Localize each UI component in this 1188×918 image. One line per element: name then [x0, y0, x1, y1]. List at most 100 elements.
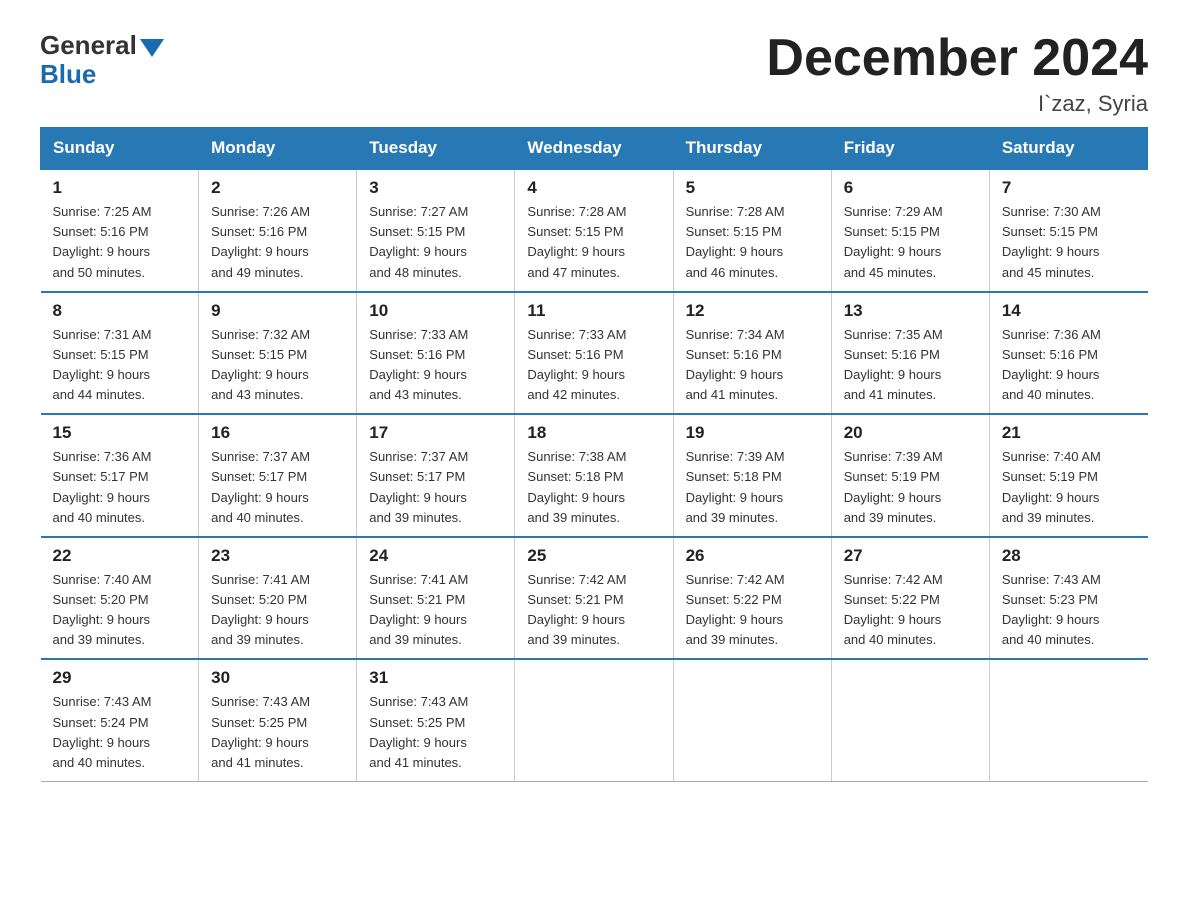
calendar-cell: 15 Sunrise: 7:36 AMSunset: 5:17 PMDayligh…: [41, 414, 199, 537]
calendar-week-row: 1Sunrise: 7:25 AMSunset: 5:16 PMDaylight…: [41, 169, 1148, 292]
day-number: 26: [686, 546, 819, 566]
calendar-cell: 26 Sunrise: 7:42 AMSunset: 5:22 PMDayligh…: [673, 537, 831, 660]
calendar-cell: [515, 659, 673, 781]
day-info: Sunrise: 7:30 AMSunset: 5:15 PMDaylight:…: [1002, 202, 1136, 283]
col-header-friday: Friday: [831, 128, 989, 170]
day-info: Sunrise: 7:35 AMSunset: 5:16 PMDaylight:…: [844, 325, 977, 406]
day-number: 9: [211, 301, 344, 321]
day-info: Sunrise: 7:36 AMSunset: 5:16 PMDaylight:…: [1002, 325, 1136, 406]
calendar-cell: 9 Sunrise: 7:32 AMSunset: 5:15 PMDaylight…: [199, 292, 357, 415]
calendar-cell: 16 Sunrise: 7:37 AMSunset: 5:17 PMDayligh…: [199, 414, 357, 537]
calendar-week-row: 15 Sunrise: 7:36 AMSunset: 5:17 PMDayligh…: [41, 414, 1148, 537]
col-header-saturday: Saturday: [989, 128, 1147, 170]
calendar-header-row: SundayMondayTuesdayWednesdayThursdayFrid…: [41, 128, 1148, 170]
calendar-cell: 30Sunrise: 7:43 AMSunset: 5:25 PMDayligh…: [199, 659, 357, 781]
day-info: Sunrise: 7:41 AMSunset: 5:21 PMDaylight:…: [369, 570, 502, 651]
day-info: Sunrise: 7:42 AMSunset: 5:22 PMDaylight:…: [686, 570, 819, 651]
col-header-thursday: Thursday: [673, 128, 831, 170]
title-area: December 2024 I`zaz, Syria: [766, 30, 1148, 117]
day-info: Sunrise: 7:40 AMSunset: 5:19 PMDaylight:…: [1002, 447, 1136, 528]
day-number: 17: [369, 423, 502, 443]
calendar-week-row: 29 Sunrise: 7:43 AMSunset: 5:24 PMDayligh…: [41, 659, 1148, 781]
day-info: Sunrise: 7:33 AMSunset: 5:16 PMDaylight:…: [527, 325, 660, 406]
logo-blue-text: Blue: [40, 61, 96, 87]
calendar-cell: [831, 659, 989, 781]
day-number: 22: [53, 546, 187, 566]
day-info: Sunrise: 7:43 AMSunset: 5:25 PMDaylight:…: [369, 692, 502, 773]
day-number: 23: [211, 546, 344, 566]
calendar-cell: 3Sunrise: 7:27 AMSunset: 5:15 PMDaylight…: [357, 169, 515, 292]
day-number: 29: [53, 668, 187, 688]
calendar-cell: 5 Sunrise: 7:28 AMSunset: 5:15 PMDaylight…: [673, 169, 831, 292]
day-info: Sunrise: 7:34 AMSunset: 5:16 PMDaylight:…: [686, 325, 819, 406]
calendar-cell: 31 Sunrise: 7:43 AMSunset: 5:25 PMDayligh…: [357, 659, 515, 781]
calendar-cell: 12 Sunrise: 7:34 AMSunset: 5:16 PMDayligh…: [673, 292, 831, 415]
day-number: 7: [1002, 178, 1136, 198]
calendar-cell: 22Sunrise: 7:40 AMSunset: 5:20 PMDayligh…: [41, 537, 199, 660]
calendar-cell: 23 Sunrise: 7:41 AMSunset: 5:20 PMDayligh…: [199, 537, 357, 660]
day-info: Sunrise: 7:25 AMSunset: 5:16 PMDaylight:…: [53, 202, 187, 283]
calendar-cell: 21 Sunrise: 7:40 AMSunset: 5:19 PMDayligh…: [989, 414, 1147, 537]
col-header-sunday: Sunday: [41, 128, 199, 170]
day-number: 14: [1002, 301, 1136, 321]
day-info: Sunrise: 7:32 AMSunset: 5:15 PMDaylight:…: [211, 325, 344, 406]
day-info: Sunrise: 7:36 AMSunset: 5:17 PMDaylight:…: [53, 447, 187, 528]
day-number: 24: [369, 546, 502, 566]
calendar-cell: 8Sunrise: 7:31 AMSunset: 5:15 PMDaylight…: [41, 292, 199, 415]
calendar-cell: 10Sunrise: 7:33 AMSunset: 5:16 PMDayligh…: [357, 292, 515, 415]
calendar-week-row: 22Sunrise: 7:40 AMSunset: 5:20 PMDayligh…: [41, 537, 1148, 660]
day-number: 3: [369, 178, 502, 198]
day-number: 11: [527, 301, 660, 321]
calendar-cell: 27Sunrise: 7:42 AMSunset: 5:22 PMDayligh…: [831, 537, 989, 660]
day-info: Sunrise: 7:33 AMSunset: 5:16 PMDaylight:…: [369, 325, 502, 406]
day-number: 21: [1002, 423, 1136, 443]
logo-arrow-icon: [140, 39, 164, 57]
calendar-cell: 11 Sunrise: 7:33 AMSunset: 5:16 PMDayligh…: [515, 292, 673, 415]
calendar-table: SundayMondayTuesdayWednesdayThursdayFrid…: [40, 127, 1148, 782]
day-number: 13: [844, 301, 977, 321]
day-info: Sunrise: 7:28 AMSunset: 5:15 PMDaylight:…: [527, 202, 660, 283]
day-info: Sunrise: 7:28 AMSunset: 5:15 PMDaylight:…: [686, 202, 819, 283]
day-number: 27: [844, 546, 977, 566]
calendar-cell: 25Sunrise: 7:42 AMSunset: 5:21 PMDayligh…: [515, 537, 673, 660]
day-number: 28: [1002, 546, 1136, 566]
calendar-cell: 13 Sunrise: 7:35 AMSunset: 5:16 PMDayligh…: [831, 292, 989, 415]
day-info: Sunrise: 7:39 AMSunset: 5:19 PMDaylight:…: [844, 447, 977, 528]
day-number: 5: [686, 178, 819, 198]
calendar-cell: 4 Sunrise: 7:28 AMSunset: 5:15 PMDaylight…: [515, 169, 673, 292]
day-number: 4: [527, 178, 660, 198]
day-info: Sunrise: 7:37 AMSunset: 5:17 PMDaylight:…: [369, 447, 502, 528]
day-info: Sunrise: 7:43 AMSunset: 5:23 PMDaylight:…: [1002, 570, 1136, 651]
day-number: 19: [686, 423, 819, 443]
day-number: 12: [686, 301, 819, 321]
calendar-cell: [989, 659, 1147, 781]
calendar-cell: 1Sunrise: 7:25 AMSunset: 5:16 PMDaylight…: [41, 169, 199, 292]
calendar-subtitle: I`zaz, Syria: [766, 91, 1148, 117]
calendar-cell: 20Sunrise: 7:39 AMSunset: 5:19 PMDayligh…: [831, 414, 989, 537]
day-info: Sunrise: 7:41 AMSunset: 5:20 PMDaylight:…: [211, 570, 344, 651]
day-number: 2: [211, 178, 344, 198]
calendar-cell: 18 Sunrise: 7:38 AMSunset: 5:18 PMDayligh…: [515, 414, 673, 537]
page-header: General Blue December 2024 I`zaz, Syria: [40, 30, 1148, 117]
calendar-title: December 2024: [766, 30, 1148, 87]
day-number: 16: [211, 423, 344, 443]
calendar-cell: [673, 659, 831, 781]
day-info: Sunrise: 7:26 AMSunset: 5:16 PMDaylight:…: [211, 202, 344, 283]
day-number: 31: [369, 668, 502, 688]
day-info: Sunrise: 7:37 AMSunset: 5:17 PMDaylight:…: [211, 447, 344, 528]
day-info: Sunrise: 7:38 AMSunset: 5:18 PMDaylight:…: [527, 447, 660, 528]
logo-general-text: General: [40, 30, 137, 61]
calendar-cell: 2 Sunrise: 7:26 AMSunset: 5:16 PMDaylight…: [199, 169, 357, 292]
day-info: Sunrise: 7:31 AMSunset: 5:15 PMDaylight:…: [53, 325, 187, 406]
day-info: Sunrise: 7:43 AMSunset: 5:25 PMDaylight:…: [211, 692, 344, 773]
col-header-monday: Monday: [199, 128, 357, 170]
calendar-cell: 29 Sunrise: 7:43 AMSunset: 5:24 PMDayligh…: [41, 659, 199, 781]
day-info: Sunrise: 7:39 AMSunset: 5:18 PMDaylight:…: [686, 447, 819, 528]
day-number: 15: [53, 423, 187, 443]
calendar-cell: 14 Sunrise: 7:36 AMSunset: 5:16 PMDayligh…: [989, 292, 1147, 415]
calendar-cell: 17 Sunrise: 7:37 AMSunset: 5:17 PMDayligh…: [357, 414, 515, 537]
day-info: Sunrise: 7:43 AMSunset: 5:24 PMDaylight:…: [53, 692, 187, 773]
day-number: 18: [527, 423, 660, 443]
calendar-week-row: 8Sunrise: 7:31 AMSunset: 5:15 PMDaylight…: [41, 292, 1148, 415]
logo: General Blue: [40, 30, 167, 87]
